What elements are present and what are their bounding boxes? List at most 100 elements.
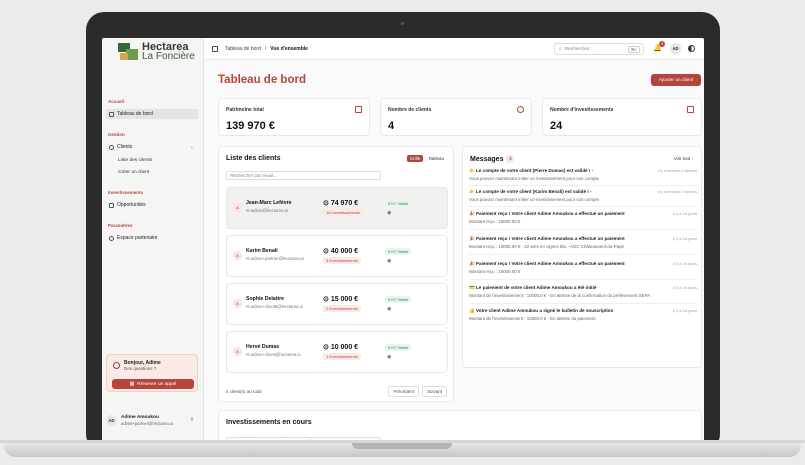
clients-count: 4 client(s) au total — [226, 389, 262, 394]
global-search-input[interactable]: ⌕ Rechercher... ⌘K — [554, 43, 644, 55]
view-table-button[interactable]: Tableau — [425, 155, 447, 162]
message-item[interactable]: 👍 Votre client Adime Amoukou a signé le … — [469, 308, 697, 321]
sidebar-item-label: Tableau de bord — [117, 111, 153, 117]
previous-page-button[interactable]: Précédent — [388, 386, 419, 397]
wallet-icon — [355, 106, 362, 113]
messages-count-badge: 3 — [506, 155, 515, 163]
laptop-frame: Hectarea La Foncière Accueil Tableau de … — [86, 12, 720, 452]
kyc-badge: KYC Validé — [385, 344, 412, 351]
client-avatar: A — [233, 251, 242, 260]
search-icon: ⌕ — [559, 47, 562, 52]
client-card[interactable]: A Hervé Dumas ✉ adime+client@hectarea.io… — [226, 331, 448, 373]
stat-value: 24 — [550, 120, 563, 132]
laptop-notch — [352, 443, 452, 449]
message-time: il y a 15 jours — [673, 308, 697, 313]
sidebar-item-dashboard[interactable]: Tableau de bord — [106, 109, 198, 119]
help-card: Bonjour, Adime Des questions ? ▦ Réserve… — [106, 354, 198, 392]
user-menu[interactable]: AD Adime Amoukou adime+partner@hectarea.… — [106, 410, 198, 430]
section-accueil: Accueil — [108, 99, 125, 104]
investments-badge: 3 investissements — [323, 257, 361, 264]
calendar-icon: ▦ — [129, 381, 135, 387]
breadcrumb-current: Vue d'ensemble — [270, 46, 308, 52]
help-icon — [113, 362, 120, 369]
client-avatar: A — [233, 299, 242, 308]
investments-title: Investissements en cours — [226, 419, 312, 426]
client-email: ✉ adime+partner@hectarea.io — [246, 256, 305, 261]
message-time: il y a environ 2 heures — [657, 189, 697, 194]
shortcut-hint: ⌘K — [627, 45, 640, 53]
clients-search-input[interactable]: Rechercher par email... — [226, 171, 381, 180]
chevron-down-icon: ⌄ — [189, 144, 194, 150]
client-amount: ⊙ 40 000 € — [323, 248, 359, 255]
stat-card-investments: Nombre d'investissements 24 — [542, 98, 702, 136]
sidebar: Hectarea La Foncière Accueil Tableau de … — [102, 38, 204, 446]
message-item[interactable]: 👉 Le compte de votre client (Karim Benal… — [469, 189, 697, 202]
add-client-button[interactable]: Ajouter un client — [651, 74, 701, 86]
message-item[interactable]: 👉 Le compte de votre client (Pierre Duma… — [469, 168, 697, 181]
chart-icon — [687, 106, 694, 113]
view-grid-button[interactable]: Grille — [406, 155, 424, 162]
investments-badge: 2 investissements — [323, 305, 361, 312]
chevron-updown-icon: ⇕ — [189, 417, 194, 423]
message-time: il y a 15 jours — [673, 261, 697, 266]
page-title: Tableau de bord — [218, 74, 306, 86]
client-email: ✉ adime@hectarea.io — [246, 208, 289, 213]
kyc-badge: KYC Validé — [385, 248, 412, 255]
logo-icon — [118, 43, 138, 61]
message-item[interactable]: 🎉 Paiement reçu ! Votre client Adime Amo… — [469, 261, 697, 274]
breadcrumb-separator: / — [264, 46, 267, 52]
next-page-button[interactable]: Suivant — [421, 386, 447, 397]
message-item[interactable]: 🎉 Paiement reçu ! Votre client Adime Amo… — [469, 236, 697, 249]
client-card[interactable]: A Jean-Marc Lefèvre ✉ adime@hectarea.io … — [226, 187, 448, 229]
dashboard-icon — [109, 111, 114, 117]
eye-icon[interactable]: ◉ — [387, 210, 391, 216]
theme-toggle-icon[interactable] — [688, 45, 695, 52]
view-toggle: Grille Tableau — [406, 155, 447, 162]
client-email: ✉ adime+client8@hectarea.io — [246, 304, 304, 309]
client-amount: ⊙ 15 000 € — [323, 296, 359, 303]
message-time: il y a 15 jours — [673, 285, 697, 290]
notification-badge: 3 — [659, 41, 665, 47]
camera-dot — [401, 22, 404, 25]
sidebar-subitem-clients-list[interactable]: Liste des clients — [118, 158, 152, 163]
avatar: AD — [106, 414, 117, 426]
topbar-avatar[interactable]: AD — [670, 43, 681, 54]
client-card[interactable]: A Sophie Delattre ✉ adime+client8@hectar… — [226, 283, 448, 325]
client-name: Jean-Marc Lefèvre — [246, 200, 292, 206]
client-avatar: A — [233, 203, 242, 212]
stat-card-clients: Nombre de clients 4 — [380, 98, 532, 136]
messages-card: Messages 3 Voir tout › 👉 Le compte de vot… — [462, 146, 702, 368]
eye-icon[interactable]: ◉ — [387, 258, 391, 264]
message-item[interactable]: 🎉 Paiement reçu ! Votre client Adime Amo… — [469, 211, 697, 224]
sidebar-subitem-create-client[interactable]: Créer un client — [118, 170, 149, 175]
sidebar-item-label: Clients — [117, 144, 133, 150]
sidebar-item-opportunities[interactable]: Opportunités — [106, 200, 198, 210]
help-subtitle: Des questions ? — [124, 366, 157, 371]
client-card[interactable]: A Karim Benali ✉ adime+partner@hectarea.… — [226, 235, 448, 277]
clients-list-title: Liste des clients — [226, 155, 281, 162]
see-all-link[interactable]: Voir tout › — [674, 156, 693, 161]
stat-value: 139 970 € — [226, 120, 275, 132]
message-time: il y a 15 jours — [673, 236, 697, 241]
user-email: adime+partner@hectarea.io — [121, 420, 174, 426]
sidebar-item-label: Espace partenaire — [117, 235, 158, 241]
brand-logo[interactable]: Hectarea La Foncière — [118, 42, 195, 62]
users-icon — [517, 106, 524, 113]
breadcrumb: Tableau de bord / Vue d'ensemble — [212, 46, 308, 52]
eye-icon[interactable]: ◉ — [387, 306, 391, 312]
client-name: Karim Benali — [246, 248, 278, 254]
client-avatar: A — [233, 347, 242, 356]
client-email: ✉ adime+client@hectarea.io — [246, 352, 301, 357]
sidebar-item-clients[interactable]: Clients ⌄ — [106, 142, 198, 152]
kyc-badge: KYC Validé — [385, 296, 412, 303]
breadcrumb-item[interactable]: Tableau de bord — [225, 46, 261, 52]
messages-title: Messages 3 — [470, 155, 515, 163]
clients-list-card: Liste des clients Grille Tableau Recherc… — [218, 146, 454, 402]
book-call-button[interactable]: ▦ Réserver un appel — [112, 379, 194, 389]
sidebar-toggle-icon[interactable] — [212, 46, 218, 52]
section-gestion: Gestion — [108, 132, 125, 137]
eye-icon[interactable]: ◉ — [387, 354, 391, 360]
message-item[interactable]: 💳 Le paiement de votre client Adime Amou… — [469, 285, 697, 298]
topbar: Tableau de bord / Vue d'ensemble ⌕ Reche… — [204, 38, 704, 60]
sidebar-item-partner-space[interactable]: Espace partenaire — [106, 233, 198, 243]
